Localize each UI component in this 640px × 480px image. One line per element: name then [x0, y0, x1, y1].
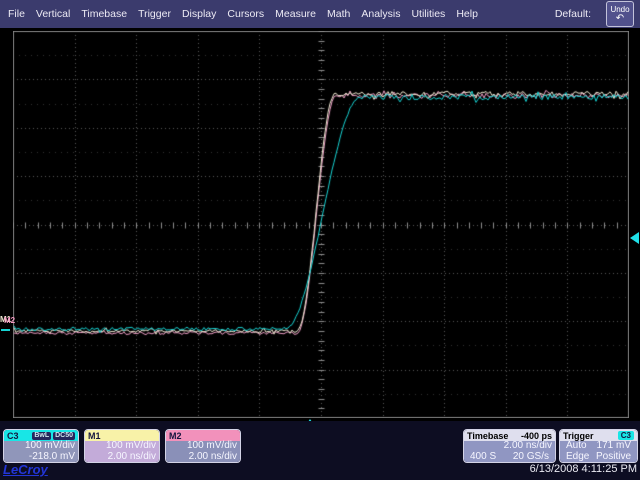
- c3-dc50-badge: DC50: [53, 432, 75, 440]
- m1-tdiv: 2.00 ns/div: [88, 452, 156, 463]
- m1-title: M1: [88, 431, 101, 441]
- menu-timebase[interactable]: Timebase: [81, 8, 127, 20]
- oscilloscope-screen: File Vertical Timebase Trigger Display C…: [0, 0, 640, 480]
- c3-title: C3: [7, 431, 19, 441]
- trigger-level: 171 mV: [597, 441, 631, 452]
- default-label: Default:: [555, 8, 595, 20]
- menu-measure[interactable]: Measure: [275, 8, 316, 20]
- trace-m2-descriptor[interactable]: M2 100 mV/div 2.00 ns/div: [165, 429, 241, 463]
- trigger-source-badge: C3: [618, 431, 634, 440]
- undo-button[interactable]: Undo ↶: [606, 1, 634, 27]
- timebase-descriptor[interactable]: Timebase -400 ps 2.00 ns/div 400 S 20 GS…: [463, 429, 556, 463]
- trace-m1-descriptor[interactable]: M1 100 mV/div 2.00 ns/div: [84, 429, 160, 463]
- datetime-display: 6/13/2008 4:11:25 PM: [530, 463, 637, 475]
- c3-offset: -218.0 mV: [7, 452, 75, 463]
- menu-cursors[interactable]: Cursors: [227, 8, 264, 20]
- menu-vertical[interactable]: Vertical: [36, 8, 70, 20]
- trigger-mode: Auto: [566, 441, 587, 452]
- waveform-display: [13, 31, 629, 418]
- timebase-tdiv: 2.00 ns/div: [467, 441, 552, 452]
- trigger-slope: Positive: [596, 452, 631, 463]
- menu-bar: File Vertical Timebase Trigger Display C…: [0, 0, 640, 28]
- menu-trigger[interactable]: Trigger: [138, 8, 171, 20]
- m2-tdiv: 2.00 ns/div: [169, 452, 237, 463]
- trigger-descriptor[interactable]: Trigger C3 Auto 171 mV Edge Positive: [559, 429, 638, 463]
- trigger-title: Trigger: [563, 431, 594, 441]
- channel-c3-descriptor[interactable]: C3 BwL DC50 100 mV/div -218.0 mV: [3, 429, 79, 463]
- menu-help[interactable]: Help: [456, 8, 478, 20]
- undo-icon: ↶: [616, 14, 624, 23]
- c3-vdiv: 100 mV/div: [7, 441, 75, 452]
- menu-display[interactable]: Display: [182, 8, 216, 20]
- timebase-delay: -400 ps: [521, 431, 552, 441]
- menu-file[interactable]: File: [8, 8, 25, 20]
- menu-utilities[interactable]: Utilities: [411, 8, 445, 20]
- m2-vdiv: 100 mV/div: [169, 441, 237, 452]
- timebase-sample-rate: 20 GS/s: [513, 452, 549, 463]
- m2-trace-label: M2: [4, 317, 15, 325]
- c3-bwl-badge: BwL: [32, 432, 51, 440]
- trigger-level-marker[interactable]: [630, 232, 639, 244]
- m2-title: M2: [169, 431, 182, 441]
- m1-vdiv: 100 mV/div: [88, 441, 156, 452]
- timebase-title: Timebase: [467, 431, 508, 441]
- lecroy-logo: LeCroy: [3, 462, 48, 477]
- c3-position-indicator[interactable]: [1, 329, 10, 331]
- menu-analysis[interactable]: Analysis: [361, 8, 400, 20]
- trigger-type: Edge: [566, 452, 589, 463]
- menu-math[interactable]: Math: [327, 8, 350, 20]
- timebase-samples: 400 S: [470, 452, 496, 463]
